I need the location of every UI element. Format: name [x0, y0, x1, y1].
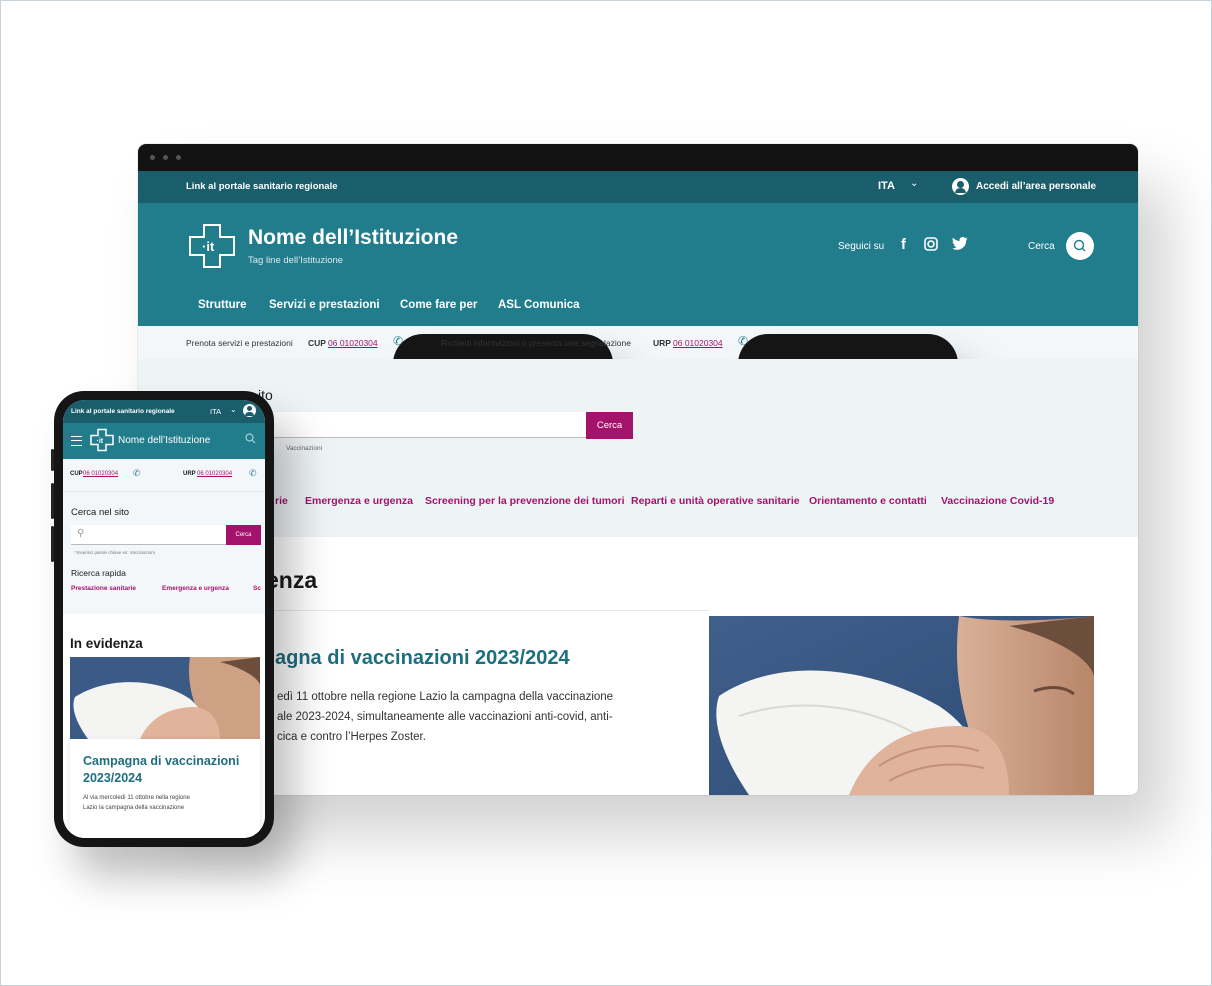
- chevron-down-icon[interactable]: ⌄: [230, 405, 237, 414]
- cup-phone-link[interactable]: 06 01020304: [328, 338, 378, 348]
- urp-code: URP: [653, 338, 671, 348]
- user-icon[interactable]: [952, 178, 969, 195]
- search-label[interactable]: Cerca: [1028, 241, 1055, 252]
- urp-phone-link[interactable]: 06 01020304: [673, 338, 723, 348]
- nav-item-servizi[interactable]: Servizi e prestazioni: [269, 299, 380, 311]
- window-dot: [176, 155, 181, 160]
- user-icon[interactable]: [243, 404, 256, 417]
- search-submit-button[interactable]: Cerca: [226, 525, 261, 545]
- card-title[interactable]: agna di vaccinazioni 2023/2024: [275, 647, 570, 670]
- urp-phone-link[interactable]: 06 01020304: [197, 471, 232, 477]
- slim-header: Link al portale sanitario regionale ITA …: [138, 171, 1138, 203]
- card-text-line: edì 11 ottobre nella regione Lazio la ca…: [277, 691, 614, 703]
- phone-icon[interactable]: ✆: [249, 468, 257, 479]
- search-icon: [1073, 239, 1086, 252]
- phone-side-button: [51, 526, 54, 562]
- institution-title[interactable]: Nome dell’Istituzione: [118, 435, 210, 446]
- nav-item-strutture[interactable]: Strutture: [198, 299, 247, 311]
- svg-text:·it: ·it: [202, 239, 215, 254]
- mobile-screen: Link al portale sanitario regionale ITA …: [63, 400, 265, 838]
- card-text-line: ale 2023-2024, simultaneamente alle vacc…: [277, 711, 613, 723]
- cup-phone-link[interactable]: 06 01020304: [83, 471, 118, 477]
- regional-portal-link[interactable]: Link al portale sanitario regionale: [71, 408, 175, 415]
- quick-link-emergenza[interactable]: Emergenza e urgenza: [305, 495, 413, 507]
- institution-title[interactable]: Nome dell’Istituzione: [248, 226, 458, 250]
- card-text: Al via mercoledì 11 ottobre nella region…: [83, 793, 243, 813]
- institution-tagline: Tag line dell’Istituzione: [248, 255, 344, 266]
- browser-chrome: [138, 144, 1138, 171]
- twitter-icon[interactable]: [952, 237, 968, 254]
- search-icon: ⚲: [77, 528, 85, 539]
- quick-link-orientamento[interactable]: Orientamento e contatti: [809, 495, 927, 507]
- regional-portal-link[interactable]: Link al portale sanitario regionale: [186, 181, 338, 192]
- menu-icon[interactable]: [71, 436, 82, 446]
- card-text-line: Lazio la campagna della vaccinazione: [83, 805, 185, 811]
- contact-bar: Prenota servizi e prestazioni CUP 06 010…: [138, 326, 1138, 790]
- card-text-line: Al via mercoledì 11 ottobre nella region…: [83, 795, 190, 801]
- phone-side-button: [51, 449, 54, 471]
- facebook-icon[interactable]: f: [901, 236, 906, 253]
- mobile-search-section: Cerca nel sito ⚲ Cerca *Inserisci parole…: [63, 492, 265, 614]
- quick-search-heading: Ricerca rapida: [71, 568, 126, 578]
- search-hint: Vaccinazioni: [286, 445, 323, 452]
- mobile-evidence-section: In evidenza Campagna di vaccinazioni 202…: [63, 614, 265, 838]
- quick-link-screening[interactable]: Screening per la prevenzione dei tumori: [425, 495, 625, 507]
- card-title[interactable]: Campagna di vaccinazioni 2023/2024: [83, 753, 253, 787]
- evidence-section: enza agna di vaccinazioni 2023/2024 edì …: [138, 537, 1138, 795]
- search-hint: *Inserisci parole chiave es: Vaccinazion…: [75, 550, 155, 555]
- evidence-card[interactable]: Campagna di vaccinazioni 2023/2024 Al vi…: [70, 739, 260, 838]
- cup-description: Prenota servizi e prestazioni: [186, 338, 293, 348]
- evidence-heading: In evidenza: [70, 636, 143, 651]
- search-button[interactable]: [1066, 232, 1094, 260]
- quick-link-emergenza[interactable]: Emergenza e urgenza: [162, 585, 229, 592]
- nav-item-asl-comunica[interactable]: ASL Comunica: [498, 299, 580, 311]
- mobile-slim-header: Link al portale sanitario regionale ITA …: [63, 400, 265, 423]
- card-image[interactable]: [709, 616, 1094, 795]
- cup-code: CUP: [308, 338, 326, 348]
- center-header: ·it Nome dell’Istituzione Tag line dell’…: [138, 203, 1138, 326]
- institution-logo-icon[interactable]: ·it: [90, 428, 114, 452]
- search-submit-button[interactable]: Cerca: [586, 412, 633, 439]
- search-heading: Cerca nel sito: [71, 507, 130, 518]
- search-icon[interactable]: [245, 433, 256, 447]
- search-section: ito Cerca Vaccinazioni rie Emergenza e u…: [138, 359, 1138, 537]
- phone-side-button: [51, 483, 54, 519]
- desktop-browser-mockup: Link al portale sanitario regionale ITA …: [138, 144, 1138, 795]
- mobile-phone-mockup: Link al portale sanitario regionale ITA …: [51, 391, 274, 847]
- instagram-icon[interactable]: [924, 237, 938, 255]
- quick-link-reparti[interactable]: Reparti e unità operative sanitarie: [631, 495, 800, 507]
- quick-link-covid[interactable]: Vaccinazione Covid-19: [941, 495, 1054, 507]
- phone-icon[interactable]: ✆: [133, 468, 141, 479]
- language-selector[interactable]: ITA: [878, 180, 895, 192]
- urp-code: URP: [183, 471, 196, 477]
- nav-item-come-fare[interactable]: Come fare per: [400, 299, 477, 311]
- svg-text:·it: ·it: [97, 438, 104, 445]
- login-link[interactable]: Accedi all’area personale: [976, 181, 1096, 192]
- institution-logo-icon[interactable]: ·it: [188, 223, 236, 269]
- card-image[interactable]: [70, 657, 260, 739]
- mobile-center-header: ·it Nome dell’Istituzione: [63, 423, 265, 459]
- urp-description: Richiedi informazioni o presenta una seg…: [441, 338, 631, 348]
- window-dot: [150, 155, 155, 160]
- quick-link-screening[interactable]: Sc: [253, 585, 261, 592]
- window-dot: [163, 155, 168, 160]
- card-text-line: cica e contro l’Herpes Zoster.: [277, 731, 426, 743]
- quick-link-prestazioni[interactable]: rie: [275, 495, 288, 507]
- follow-label: Seguici su: [838, 241, 885, 252]
- mobile-contact-bar: CUP 06 01020304 ✆ URP 06 01020304 ✆: [63, 459, 265, 492]
- language-selector[interactable]: ITA: [210, 407, 221, 416]
- chevron-down-icon[interactable]: ⌄: [910, 178, 918, 189]
- cup-code: CUP: [70, 471, 83, 477]
- card-text: edì 11 ottobre nella regione Lazio la ca…: [277, 687, 717, 747]
- quick-link-prestazioni[interactable]: Prestazione sanitarie: [71, 585, 136, 592]
- search-input[interactable]: ⚲: [71, 525, 226, 545]
